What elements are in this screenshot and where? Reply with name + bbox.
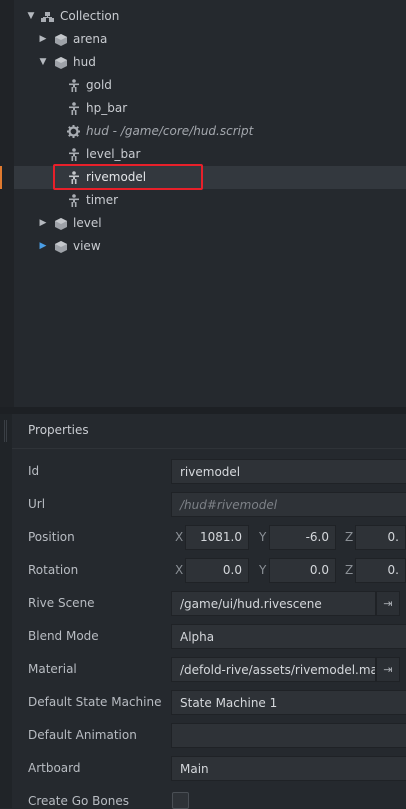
gui-node-icon [67,194,80,207]
rive-scene-label: Rive Scene [28,596,95,610]
properties-title: Properties [28,423,89,437]
material-field[interactable]: /defold-rive/assets/rivemodel.mate [171,657,376,682]
chevron-right-icon[interactable]: ▶ [38,241,48,251]
tree-item-hud-script[interactable]: hud - /game/core/hud.script [14,120,406,143]
blend-mode-label: Blend Mode [28,629,99,643]
open-resource-icon[interactable]: ⇥ [376,591,400,616]
game-object-icon [54,33,67,46]
outline-gutter [0,0,14,407]
tree-item-label: rivemodel [86,170,147,184]
position-z-input[interactable]: 0. [355,525,406,550]
rotation-label: Rotation [28,563,79,577]
position-label: Position [28,530,75,544]
gui-node-icon [67,79,80,92]
tree-item-view[interactable]: ▶ view [14,235,406,258]
tree-item-collection[interactable]: ▼ Collection [14,5,406,28]
tree-item-label: gold [86,78,112,92]
gui-node-icon [67,148,80,161]
tree-item-rivemodel[interactable]: rivemodel [0,166,406,189]
chevron-right-icon[interactable]: ▶ [38,34,48,44]
side-splitter-handle[interactable] [0,414,12,808]
artboard-label: Artboard [28,761,81,775]
gui-node-icon [67,171,80,184]
gear-icon [67,125,80,138]
material-label: Material [28,662,77,676]
tree-item-arena[interactable]: ▶ arena [14,28,406,51]
game-object-icon [54,240,67,253]
properties-panel: Properties Id rivemodel Url /hud#rivemod… [12,414,406,809]
chevron-right-icon[interactable]: ▶ [38,218,48,228]
default-state-machine-select[interactable]: State Machine 1 [171,690,406,715]
default-state-machine-label: Default State Machine [28,695,162,709]
tree-item-label: Collection [60,9,120,23]
id-label: Id [28,464,40,478]
tree-item-level[interactable]: ▶ level [14,212,406,235]
position-x-input[interactable]: 1081.0 [185,525,249,550]
rotation-x-input[interactable]: 0.0 [185,558,249,583]
gui-node-icon [67,102,80,115]
tree-item-level-bar[interactable]: level_bar [14,143,406,166]
position-z-axis-label: Z [345,530,354,544]
tree-item-timer[interactable]: timer [14,189,406,212]
default-animation-label: Default Animation [28,728,137,742]
id-field[interactable]: rivemodel [171,459,406,484]
rive-scene-field[interactable]: /game/ui/hud.rivescene [171,591,376,616]
position-x-axis-label: X [175,530,184,544]
outline-panel: ▼ Collection ▶ arena ▼ hud gold hp_bar h… [0,0,406,407]
game-object-icon [54,56,67,69]
create-go-bones-checkbox[interactable] [172,792,189,809]
tree-item-hud[interactable]: ▼ hud [14,51,406,74]
position-y-axis-label: Y [259,530,267,544]
tree-item-gold[interactable]: gold [14,74,406,97]
tree-item-label: hp_bar [86,101,128,115]
rotation-y-input[interactable]: 0.0 [269,558,336,583]
tree-item-label: level_bar [86,147,141,161]
chevron-down-icon[interactable]: ▼ [26,11,36,21]
rotation-x-axis-label: X [175,563,184,577]
tree-item-label: timer [86,193,119,207]
tree-item-label: hud - /game/core/hud.script [86,124,254,138]
properties-separator [12,448,406,449]
game-object-icon [54,217,67,230]
url-field[interactable]: /hud#rivemodel [171,492,406,517]
rotation-z-input[interactable]: 0. [355,558,406,583]
tree-item-label: hud [73,55,96,69]
tree-item-hp-bar[interactable]: hp_bar [14,97,406,120]
collection-icon [41,10,54,23]
rotation-z-axis-label: Z [345,563,354,577]
tree-item-label: arena [73,32,108,46]
position-y-input[interactable]: -6.0 [269,525,336,550]
rotation-y-axis-label: Y [259,563,267,577]
create-go-bones-label: Create Go Bones [28,794,129,808]
blend-mode-select[interactable]: Alpha [171,624,406,649]
default-animation-select[interactable] [171,723,406,748]
chevron-down-icon[interactable]: ▼ [38,57,48,67]
tree-item-label: view [73,239,101,253]
tree-item-label: level [73,216,102,230]
url-label: Url [28,497,46,511]
panel-splitter[interactable] [0,407,406,414]
artboard-select[interactable]: Main [171,756,406,781]
open-resource-icon[interactable]: ⇥ [376,657,400,682]
